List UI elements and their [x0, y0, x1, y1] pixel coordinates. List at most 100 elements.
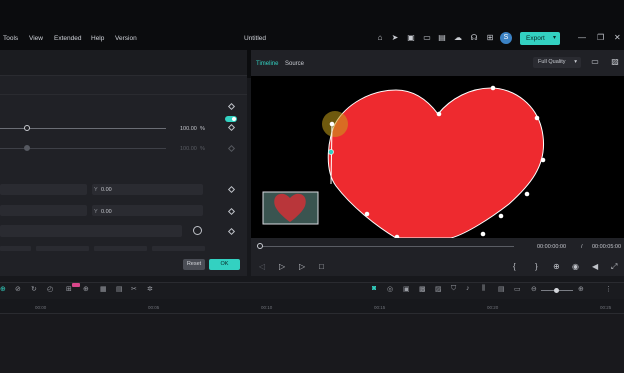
scale-value-disabled: 100.00 [180, 146, 197, 152]
avatar[interactable]: S [500, 32, 512, 44]
add-effect-icon[interactable]: ⊕ [83, 285, 89, 293]
subtitle-icon[interactable]: ▤ [498, 285, 505, 293]
rotation-field[interactable] [0, 225, 182, 237]
grid-tool-icon[interactable]: ▤ [116, 285, 123, 293]
reset-button[interactable]: Reset [183, 259, 205, 270]
menu-version[interactable]: Version [115, 35, 137, 42]
preset-tile[interactable] [0, 246, 31, 251]
properties-panel [0, 50, 247, 276]
preview-viewer[interactable] [251, 76, 624, 238]
house-icon[interactable]: ⌂ [375, 33, 385, 43]
time-separator: / [581, 244, 583, 250]
uniform-scale-toggle[interactable] [225, 116, 237, 122]
camera-icon[interactable]: ◉ [572, 262, 579, 271]
quality-label: Full Quality [538, 59, 566, 65]
current-time: 00:00:00:00 [537, 244, 567, 250]
prev-frame-icon[interactable]: ◁ [259, 262, 265, 271]
preset-tile[interactable] [94, 246, 147, 251]
layout-toggle-icon[interactable]: ▭ [590, 57, 600, 67]
zoom-in-icon[interactable]: ⊕ [578, 285, 584, 293]
image-edit-icon[interactable]: ▩ [419, 285, 426, 293]
magnet-icon[interactable]: ⊕ [0, 285, 6, 293]
ruler-tick: 00:20 [487, 305, 499, 310]
menu-extended[interactable]: Extended [54, 35, 81, 42]
tab-source[interactable]: Source [285, 61, 304, 67]
scale-value[interactable]: 100.00 [180, 126, 197, 132]
chevron-down-icon: ▾ [574, 59, 577, 65]
ruler-tick: 00:05 [148, 305, 160, 310]
grid-icon[interactable]: ⊞ [485, 33, 495, 43]
offset-x-field[interactable] [0, 205, 87, 216]
scale-slider-knob[interactable] [24, 125, 30, 131]
new-badge [72, 283, 80, 287]
minimize-icon[interactable]: — [578, 33, 586, 42]
equalizer-icon[interactable]: ⫼ [482, 285, 485, 293]
menu-help[interactable]: Help [91, 35, 104, 42]
device-icon[interactable]: ▣ [406, 33, 416, 43]
scissors-icon[interactable]: ✂ [131, 285, 137, 293]
total-time: 00:00:05:00 [592, 244, 622, 250]
playhead-knob[interactable] [257, 243, 263, 249]
send-icon[interactable]: ➤ [390, 33, 400, 43]
scale-slider-knob-disabled [24, 145, 30, 151]
ruler-tick: 00:25 [600, 305, 612, 310]
crop-icon[interactable]: ▦ [100, 285, 107, 293]
heart-mask-canvas[interactable] [251, 76, 624, 238]
ruler-tick: 00:15 [374, 305, 386, 310]
mark-out-icon[interactable]: } [535, 262, 538, 271]
timeline-tracks[interactable] [0, 314, 624, 373]
caption-icon[interactable]: ▣ [403, 285, 410, 293]
layout-icon[interactable]: ▭ [422, 33, 432, 43]
cloud-icon[interactable]: ☁ [453, 33, 463, 43]
mark-in-icon[interactable]: { [513, 262, 516, 271]
properties-header [0, 50, 247, 76]
playback-scrubber[interactable] [258, 246, 514, 247]
zoom-out-icon[interactable]: ⊖ [531, 285, 537, 293]
anchor-glow [322, 111, 348, 137]
save-icon[interactable]: ▤ [437, 33, 447, 43]
preset-tile[interactable] [36, 246, 89, 251]
ruler-tick: 00:10 [261, 305, 273, 310]
export-button[interactable]: Export ▾ [520, 32, 560, 45]
play-icon[interactable]: ▷ [299, 262, 305, 271]
menu-tools[interactable]: Tools [3, 35, 18, 42]
volume-icon[interactable]: ◀ [592, 262, 598, 271]
ruler-tick: 00:00 [35, 305, 47, 310]
ai-tool-icon[interactable]: ⊞ [66, 285, 72, 293]
split-icon[interactable]: ⊘ [15, 285, 21, 293]
mic-icon[interactable]: ♪ [466, 285, 470, 292]
close-icon[interactable]: ✕ [614, 33, 621, 42]
snapshot-image-icon[interactable]: ▨ [610, 57, 620, 67]
chevron-down-icon: ▾ [552, 35, 556, 41]
more-icon[interactable]: ⋮ [605, 285, 612, 293]
display-settings-icon[interactable]: ⊕ [553, 262, 560, 271]
position-x-field[interactable] [0, 184, 87, 195]
offset-y-value[interactable]: 0.00 [101, 209, 112, 215]
ok-button[interactable]: OK [209, 259, 240, 270]
preset-tile[interactable] [152, 246, 205, 251]
marker-icon[interactable]: ◎ [387, 285, 393, 293]
quality-dropdown[interactable]: Full Quality ▾ [533, 57, 581, 68]
shield-icon[interactable]: ⛉ [451, 285, 456, 293]
position-y-value[interactable]: 0.00 [101, 187, 112, 193]
render-icon[interactable]: ◙ [372, 285, 376, 292]
menu-view[interactable]: View [29, 35, 43, 42]
headset-icon[interactable]: ☊ [469, 33, 479, 43]
tab-timeline[interactable]: Timeline [256, 61, 278, 67]
thumbnail-preview [262, 191, 319, 225]
settings-icon[interactable]: ✲ [147, 285, 153, 293]
handle-point-selected [328, 149, 334, 155]
timeline-ruler[interactable] [0, 300, 624, 314]
divider [0, 94, 247, 95]
rotation-dial[interactable] [193, 226, 202, 235]
step-play-icon[interactable]: ▷ [279, 262, 285, 271]
picture-icon[interactable]: ▭ [514, 285, 521, 293]
timer-icon[interactable]: ◴ [47, 285, 53, 293]
zoom-slider-knob[interactable] [554, 288, 559, 293]
fullscreen-icon[interactable]: ⤢ [611, 262, 617, 272]
position-y-label: Y [94, 187, 98, 193]
maximize-icon[interactable]: ❐ [597, 33, 604, 42]
stop-icon[interactable]: □ [319, 262, 324, 271]
image-icon[interactable]: ▨ [435, 285, 442, 293]
speed-icon[interactable]: ↻ [31, 285, 37, 293]
